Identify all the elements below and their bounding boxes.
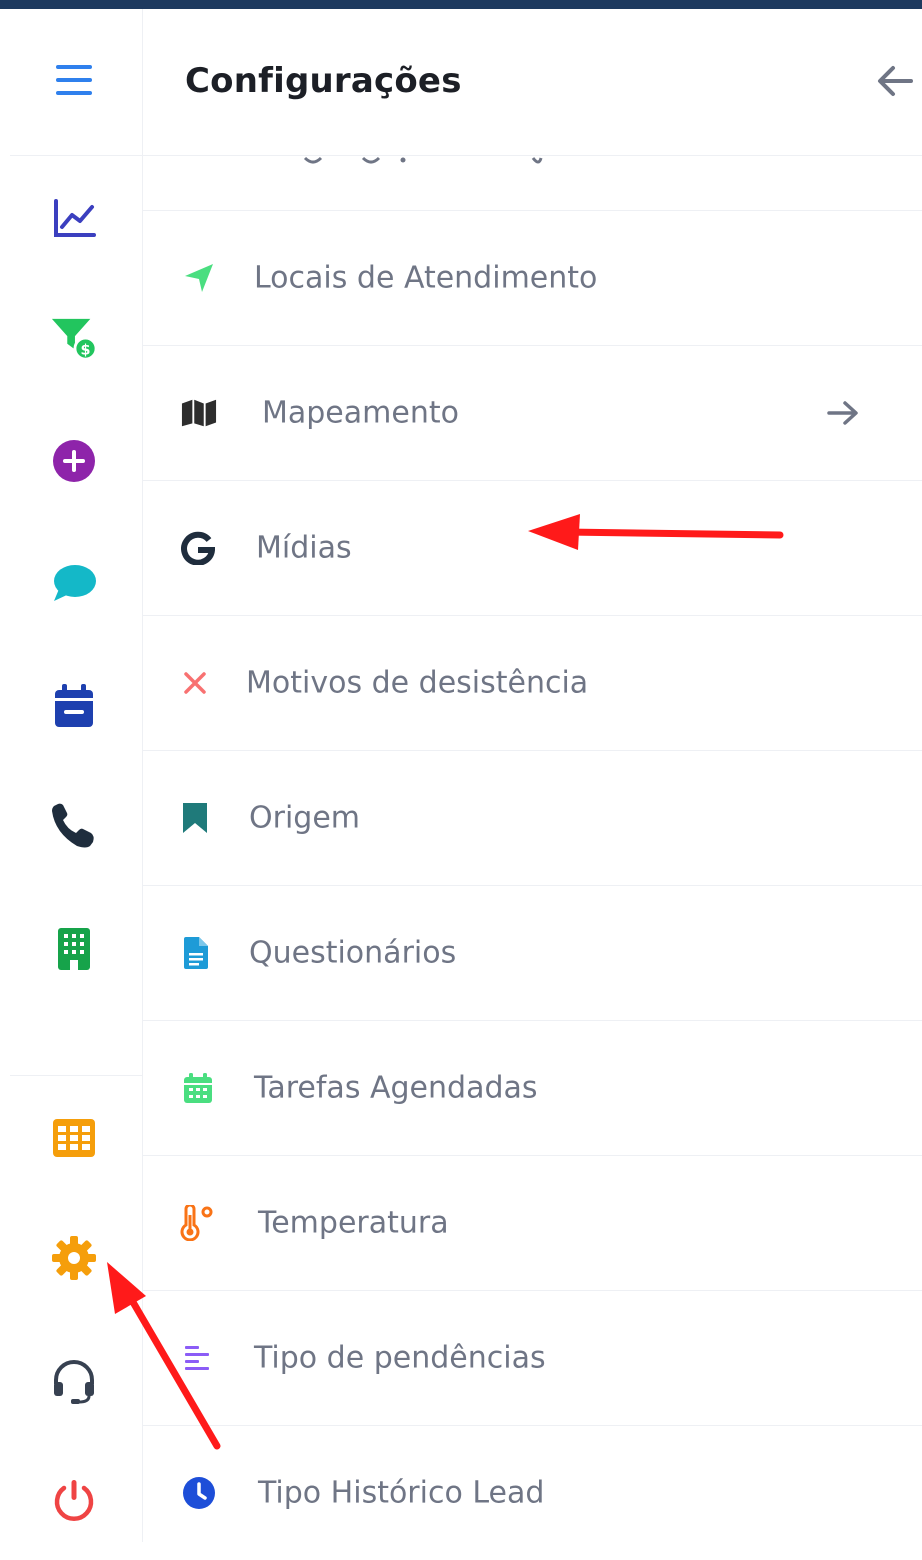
list-item-questionarios[interactable]: Questionários <box>143 886 922 1021</box>
item-label: Motivos de desistência <box>246 665 589 701</box>
list-item-partial[interactable] <box>143 156 922 211</box>
list-item-tipo-historico-lead[interactable]: Tipo Histórico Lead <box>143 1426 922 1560</box>
svg-text:$: $ <box>81 342 91 358</box>
item-label: Temperatura <box>258 1205 449 1241</box>
partial-row-text <box>303 156 543 164</box>
settings-list: Locais de Atendimento Mapeamento Mídias … <box>143 156 922 1560</box>
arrow-left-icon <box>878 66 913 96</box>
list-item-midias[interactable]: Mídias <box>143 481 922 616</box>
chat-bubble-icon[interactable] <box>50 559 98 607</box>
list-item-temperatura[interactable]: Temperatura <box>143 1156 922 1291</box>
item-label: Questionários <box>249 935 457 971</box>
calendar-grid-icon <box>180 1070 216 1106</box>
back-button[interactable] <box>873 59 917 103</box>
funnel-dollar-icon[interactable]: $ <box>50 315 98 363</box>
list-item-locais-de-atendimento[interactable]: Locais de Atendimento <box>143 211 922 346</box>
building-icon[interactable] <box>50 925 98 973</box>
list-item-mapeamento[interactable]: Mapeamento <box>143 346 922 481</box>
grid-icon[interactable] <box>50 1114 98 1162</box>
power-icon[interactable] <box>50 1477 98 1525</box>
item-label: Tarefas Agendadas <box>254 1070 538 1106</box>
item-label: Tipo Histórico Lead <box>258 1475 545 1511</box>
phone-icon[interactable] <box>50 802 98 850</box>
menu-icon[interactable] <box>50 56 98 104</box>
list-item-origem[interactable]: Origem <box>143 751 922 886</box>
thermometer-icon <box>180 1205 216 1241</box>
align-left-icon <box>180 1340 216 1376</box>
item-label: Origem <box>249 800 361 836</box>
calendar-icon[interactable] <box>50 682 98 730</box>
list-item-tipo-de-pendencias[interactable]: Tipo de pendências <box>143 1291 922 1426</box>
gear-icon[interactable] <box>50 1234 98 1282</box>
plus-circle-icon[interactable] <box>50 437 98 485</box>
google-icon <box>180 530 216 566</box>
sidebar-divider <box>10 155 142 156</box>
top-bar <box>0 0 922 9</box>
sidebar-divider <box>10 1075 142 1076</box>
map-icon <box>181 395 217 431</box>
location-arrow-icon <box>181 260 217 296</box>
headset-icon[interactable] <box>50 1357 98 1405</box>
arrow-right-icon <box>825 395 861 431</box>
item-label: Mapeamento <box>262 395 459 431</box>
chart-line-icon[interactable] <box>50 195 98 243</box>
document-icon <box>178 935 214 971</box>
item-label: Locais de Atendimento <box>254 260 598 296</box>
page-header: Configurações <box>143 9 922 156</box>
item-label: Tipo de pendências <box>254 1340 546 1376</box>
clock-icon <box>181 1475 217 1511</box>
item-label: Mídias <box>256 530 352 566</box>
bookmark-icon <box>177 800 213 836</box>
list-item-tarefas-agendadas[interactable]: Tarefas Agendadas <box>143 1021 922 1156</box>
list-item-motivos-de-desistencia[interactable]: Motivos de desistência <box>143 616 922 751</box>
close-icon <box>177 665 213 701</box>
page-title: Configurações <box>185 61 462 101</box>
